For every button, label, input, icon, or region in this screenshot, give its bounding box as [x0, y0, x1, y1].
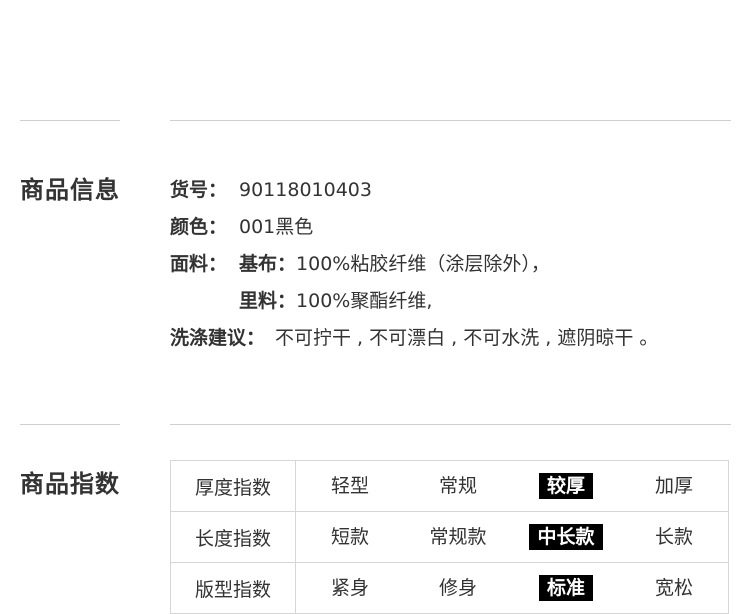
- wash-value: 不可拧干 , 不可漂白 , 不可水洗 , 遮阴晾干 。: [275, 327, 659, 349]
- product-index-table: 厚度指数 轻型 常规 较厚 加厚长度指数 短款 常规款 中长款 长款版型指数 紧身 修身 标准 宽松: [170, 460, 729, 614]
- index-option-selected: 中长款: [512, 524, 620, 550]
- index-options-wrap: 短款 常规款 中长款 长款: [296, 512, 728, 562]
- lining-label: 里料：: [239, 290, 297, 312]
- base-fabric-value: 100%粘胶纤维（涂层除外），: [296, 253, 550, 275]
- index-option-label: 较厚: [538, 473, 593, 499]
- divider-right-top: [170, 120, 731, 121]
- index-row-name: 版型指数: [170, 562, 296, 614]
- divider-left-top: [20, 120, 120, 121]
- color-value: 001黑色: [239, 216, 314, 238]
- index-row-options: 轻型 常规 较厚 加厚: [295, 460, 729, 512]
- index-option: 常规款: [404, 524, 512, 550]
- index-option: 长款: [620, 524, 728, 550]
- index-option: 宽松: [620, 575, 728, 601]
- index-option-label: 标准: [538, 575, 593, 601]
- index-option-label: 短款: [330, 526, 369, 548]
- lining-value: 100%聚酯纤维,: [296, 290, 433, 312]
- index-row-name: 厚度指数: [170, 460, 296, 512]
- index-option-selected: 较厚: [512, 473, 620, 499]
- product-info-title: 商品信息: [20, 176, 120, 204]
- index-row-name: 长度指数: [170, 511, 296, 563]
- index-option: 轻型: [296, 473, 404, 499]
- fabric-label: 面料：: [170, 253, 228, 275]
- item-number-label: 货号：: [170, 179, 228, 201]
- index-options-wrap: 轻型 常规 较厚 加厚: [296, 461, 728, 511]
- index-option-label: 宽松: [654, 577, 693, 599]
- index-row-options: 紧身 修身 标准 宽松: [295, 562, 729, 614]
- index-option-label: 加厚: [654, 475, 693, 497]
- product-index-title: 商品指数: [20, 470, 120, 498]
- index-row: 版型指数 紧身 修身 标准 宽松: [170, 562, 729, 614]
- index-option-label: 轻型: [330, 475, 369, 497]
- lining-line: 里料：100%聚酯纤维,: [239, 286, 432, 313]
- fabric-line: 面料： 基布：100%粘胶纤维（涂层除外），: [170, 249, 550, 276]
- index-row: 厚度指数 轻型 常规 较厚 加厚: [170, 460, 729, 512]
- item-number-line: 货号： 90118010403: [170, 175, 372, 202]
- index-option-label: 中长款: [529, 524, 603, 550]
- index-option: 短款: [296, 524, 404, 550]
- index-row: 长度指数 短款 常规款 中长款 长款: [170, 511, 729, 563]
- wash-line: 洗涤建议： 不可拧干 , 不可漂白 , 不可水洗 , 遮阴晾干 。: [170, 323, 658, 350]
- item-number-value: 90118010403: [239, 179, 372, 201]
- index-option: 紧身: [296, 575, 404, 601]
- color-line: 颜色： 001黑色: [170, 212, 313, 239]
- base-fabric-label: 基布：: [239, 253, 297, 275]
- index-option-label: 常规: [438, 475, 477, 497]
- index-option: 加厚: [620, 473, 728, 499]
- index-option-label: 修身: [438, 577, 477, 599]
- divider-right-middle: [170, 424, 731, 425]
- divider-left-middle: [20, 424, 120, 425]
- index-options-wrap: 紧身 修身 标准 宽松: [296, 563, 728, 613]
- index-option: 常规: [404, 473, 512, 499]
- index-option-selected: 标准: [512, 575, 620, 601]
- index-option: 修身: [404, 575, 512, 601]
- index-row-options: 短款 常规款 中长款 长款: [295, 511, 729, 563]
- color-label: 颜色：: [170, 216, 228, 238]
- wash-label: 洗涤建议：: [170, 327, 266, 349]
- index-option-label: 长款: [654, 526, 693, 548]
- index-option-label: 紧身: [330, 577, 369, 599]
- index-option-label: 常规款: [429, 526, 487, 548]
